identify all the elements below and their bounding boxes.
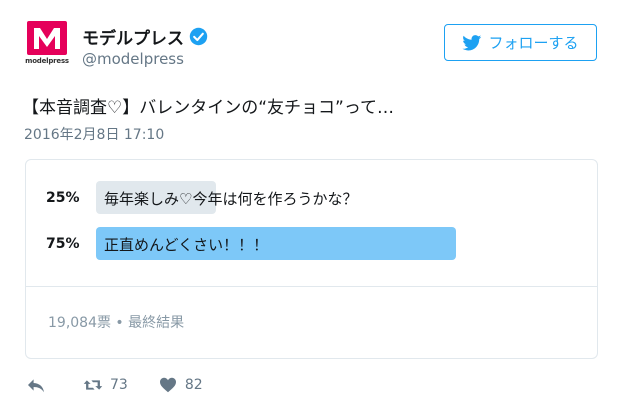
poll-option-percent: 75% [46, 235, 80, 252]
verified-badge-icon [189, 27, 208, 46]
avatar-brand-text: modelpress [25, 57, 69, 65]
follow-button-label: フォローする [488, 34, 579, 52]
avatar[interactable]: modelpress [23, 19, 71, 67]
tweet-timestamp[interactable]: 2016年2月8日 17:10 [24, 124, 164, 144]
poll-option: 25% 毎年楽しみ♡今年は何を作ろうかな？ [46, 181, 466, 214]
handle[interactable]: @modelpress [82, 50, 184, 68]
poll-divider [26, 286, 597, 287]
tweet-actions: 73 82 [26, 377, 233, 393]
poll-option-text: 正直めんどくさい！！！ [104, 236, 269, 254]
tweet-text: 【本音調査♡】バレンタインの“友チョコ”って… [22, 98, 395, 118]
reply-button[interactable] [26, 377, 53, 393]
reply-icon [28, 379, 44, 393]
poll-option: 75% 正直めんどくさい！！！ [46, 227, 466, 260]
poll-option-text: 毎年楽しみ♡今年は何を作ろうかな？ [104, 190, 358, 208]
display-name[interactable]: モデルプレス [82, 24, 184, 49]
twitter-bird-icon [462, 34, 482, 50]
retweet-icon [83, 380, 103, 390]
poll-card: 25% 毎年楽しみ♡今年は何を作ろうかな？ 75% 正直めんどくさい！！！ 19… [25, 159, 598, 359]
follow-button[interactable]: フォローする [444, 24, 597, 61]
modelpress-logo [27, 21, 67, 55]
author-name-row: モデルプレス [82, 24, 208, 49]
m-letter-icon [34, 28, 60, 49]
poll-option-percent: 25% [46, 189, 80, 206]
heart-icon [159, 377, 176, 393]
like-count: 82 [184, 377, 203, 393]
like-button[interactable]: 82 [158, 377, 203, 393]
poll-meta: 19,084票 • 最終結果 [48, 315, 185, 331]
retweet-count: 73 [110, 377, 128, 393]
retweet-button[interactable]: 73 [83, 377, 128, 393]
